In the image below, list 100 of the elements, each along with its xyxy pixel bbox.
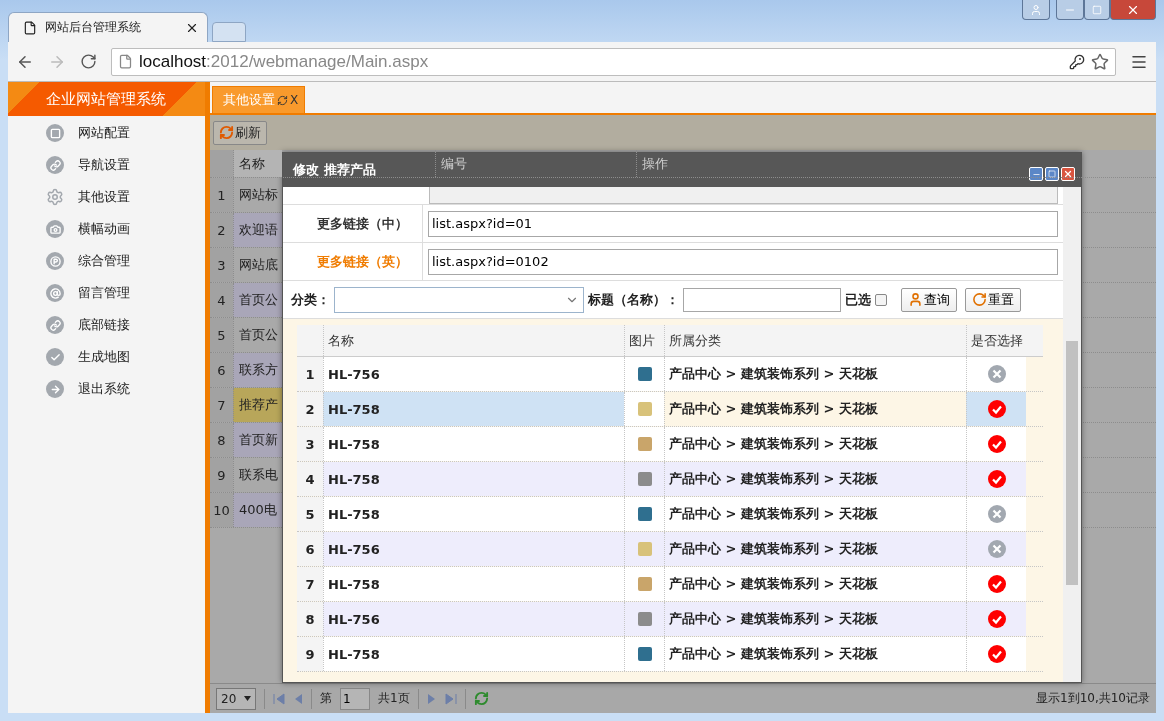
user-icon [1030,3,1042,16]
row-number: 6 [297,532,323,566]
minimize-button[interactable] [1056,0,1084,20]
row-number: 3 [210,248,233,282]
circle-icon [46,156,64,174]
field-label: 更多链接（中） [283,205,423,242]
circle-icon [46,220,64,238]
circle-icon [46,284,64,302]
tab-close[interactable]: X [290,93,299,107]
page-icon [118,54,133,69]
scrollbar[interactable] [1063,187,1081,682]
new-tab-button[interactable] [212,22,246,42]
row-number: 1 [210,178,233,212]
product-name[interactable]: HL-758 [323,637,624,671]
row-number: 5 [210,318,233,352]
row-number: 4 [210,283,233,317]
sidebar-item[interactable]: 导航设置 [8,149,205,181]
caret-icon [244,696,251,701]
category-path: 产品中心 > 建筑装饰系列 > 天花板 [664,462,966,496]
sidebar-title: 企业网站管理系统 [8,82,205,116]
row-number: 3 [297,427,323,461]
product-name[interactable]: HL-756 [323,602,624,636]
product-name[interactable]: HL-758 [323,497,624,531]
product-name[interactable]: HL-756 [323,532,624,566]
category-path: 产品中心 > 建筑装饰系列 > 天花板 [664,427,966,461]
category-path: 产品中心 > 建筑装饰系列 > 天花板 [664,567,966,601]
circle-icon [46,252,64,270]
title-input[interactable] [683,287,841,312]
reset-button[interactable]: 重置 [965,287,1021,312]
input-field[interactable]: list.aspx?id=0102 [428,248,1058,275]
user-button[interactable] [1022,0,1050,20]
key-icon[interactable] [1069,53,1085,70]
close-button[interactable] [1110,0,1156,20]
refresh-button[interactable]: 刷新 [213,120,267,145]
address-field[interactable]: localhost:2012/webmanage/Main.aspx [111,47,1116,76]
product-name[interactable]: HL-758 [323,462,624,496]
check-icon [987,470,1006,488]
checkbox[interactable] [875,293,887,306]
maximize-icon [1048,170,1056,178]
row-number: 9 [297,637,323,671]
tab[interactable]: 其他设置 X [212,86,306,113]
field-label: 更多链接（英） [283,243,423,280]
check-icon [987,400,1006,418]
filter-label: 标题（名称）： [588,290,679,309]
reload-icon[interactable] [80,53,97,70]
close-icon [1063,169,1073,179]
row-number: 8 [210,423,233,457]
row-number: 1 [297,357,323,391]
cross-icon [987,540,1006,558]
gear-icon [46,188,64,206]
photo-placeholder [637,612,652,626]
browser-tab[interactable]: 网站后台管理系统 [8,12,208,42]
product-name[interactable]: HL-756 [323,357,624,391]
row-number: 9 [210,458,233,492]
photo-placeholder [637,367,652,381]
sidebar-item[interactable]: 其他设置 [8,181,205,213]
reset-icon [972,292,987,307]
sidebar-item[interactable]: 横幅动画 [8,213,205,245]
circle-icon [46,316,64,334]
sidebar-item[interactable]: 留言管理 [8,277,205,309]
photo-placeholder [637,647,652,661]
product-name[interactable]: HL-758 [323,392,624,426]
product-name[interactable]: HL-758 [323,567,624,601]
sidebar-item[interactable]: 综合管理 [8,245,205,277]
maximize-button[interactable] [1084,0,1110,20]
check-icon [987,575,1006,593]
category-path: 产品中心 > 建筑装饰系列 > 天花板 [664,637,966,671]
dialog-title: 修改 推荐产品 [293,161,376,179]
category-path: 产品中心 > 建筑装饰系列 > 天花板 [664,602,966,636]
cross-icon [987,505,1006,523]
circle-icon [46,348,64,366]
page-size-select[interactable]: 20 [216,687,256,710]
sidebar-item[interactable]: 网站配置 [8,117,205,149]
search-button[interactable]: 查询 [901,287,957,312]
user-icon [908,292,923,307]
address-text: localhost:2012/webmanage/Main.aspx [139,51,430,72]
page-input[interactable]: 1 [340,687,370,710]
refresh-icon[interactable] [277,94,288,106]
row-number: 4 [297,462,323,496]
refresh-icon [219,125,234,140]
category-path: 产品中心 > 建筑装饰系列 > 天花板 [664,532,966,566]
input-field[interactable]: list.aspx?id=01 [428,210,1058,237]
photo-placeholder [637,402,652,416]
sidebar-item[interactable]: 生成地图 [8,341,205,373]
row-number: 2 [210,213,233,247]
check-icon [987,435,1006,453]
row-number: 10 [210,493,233,527]
page-icon [23,20,37,35]
star-icon[interactable] [1091,52,1109,71]
category-path: 产品中心 > 建筑装饰系列 > 天花板 [664,357,966,391]
cross-icon [987,365,1006,383]
circle-icon [46,380,64,398]
photo-placeholder [637,542,652,556]
product-name[interactable]: HL-758 [323,427,624,461]
category-select[interactable] [334,286,584,313]
category-path: 产品中心 > 建筑装饰系列 > 天花板 [664,497,966,531]
sidebar-item[interactable]: 底部链接 [8,309,205,341]
photo-placeholder [637,437,652,451]
sidebar-item[interactable]: 退出系统 [8,373,205,405]
record-summary: 显示1到10,共10记录 [1036,690,1150,707]
